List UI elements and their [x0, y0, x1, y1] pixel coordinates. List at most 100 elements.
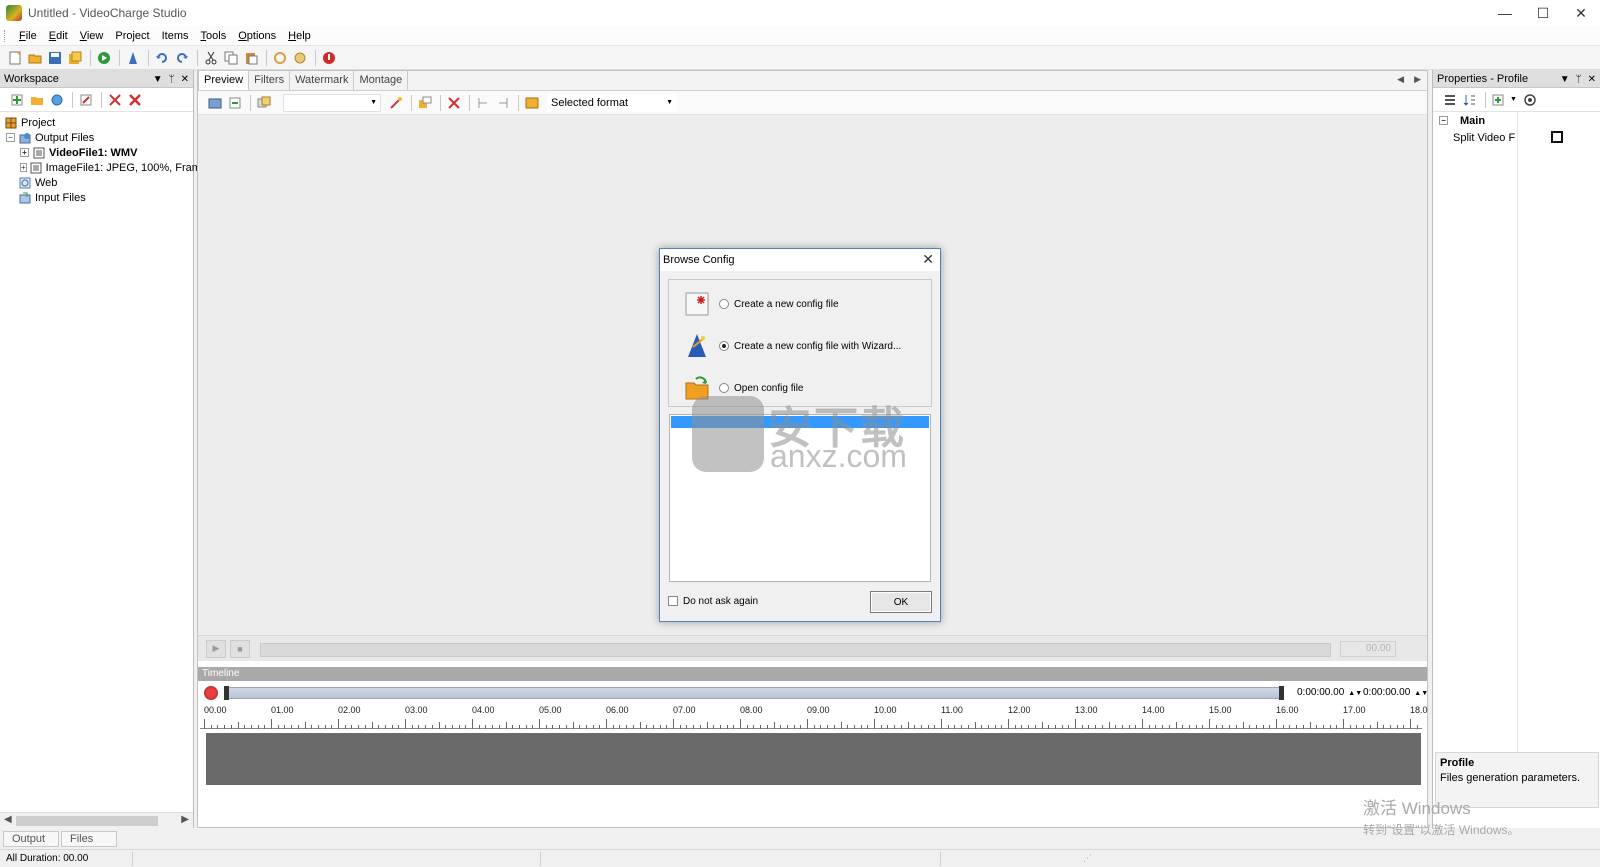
timeline-start-time[interactable]: 0:00:00.00 ▲▼ — [1297, 685, 1362, 701]
snapshot-icon[interactable] — [206, 94, 224, 112]
tree-node-image-file[interactable]: + ImageFile1: JPEG, 100%, Fram — [0, 160, 201, 175]
radio-open-config[interactable] — [719, 383, 729, 393]
radio-new-config[interactable] — [719, 299, 729, 309]
play-button[interactable]: ▶ — [206, 639, 226, 658]
format-combo[interactable]: Selected format ▼ — [547, 93, 677, 112]
tab-prev-icon[interactable]: ◀ — [1397, 74, 1404, 85]
add-web-icon[interactable] — [48, 91, 66, 109]
sort-alpha-icon[interactable] — [1461, 91, 1479, 109]
add-output-icon[interactable] — [8, 91, 26, 109]
tab-preview[interactable]: Preview — [198, 70, 250, 90]
add-property-icon[interactable] — [1490, 91, 1508, 109]
dropdown-arrow-icon[interactable]: ▼ — [1560, 74, 1570, 85]
new-project-icon[interactable] — [6, 49, 24, 67]
menu-grip[interactable] — [4, 29, 7, 42]
scroll-right-icon[interactable]: ▶ — [181, 814, 189, 825]
delete-icon[interactable] — [106, 91, 124, 109]
menu-tools[interactable]: Tools — [195, 26, 233, 46]
save-all-icon[interactable] — [66, 49, 84, 67]
remove-icon[interactable] — [445, 94, 463, 112]
scrollbar-thumb[interactable] — [16, 816, 158, 826]
option-open-config[interactable]: Open config file — [683, 372, 804, 404]
ok-button[interactable]: OK — [870, 591, 932, 613]
dropdown-arrow-icon[interactable]: ▼ — [153, 74, 163, 85]
tab-filters[interactable]: Filters — [249, 71, 291, 90]
timeline-end-time[interactable]: 0:00:00.00 ▲▼ — [1363, 685, 1428, 701]
layers-icon[interactable] — [255, 94, 273, 112]
tree-node-project[interactable]: Project — [0, 115, 193, 130]
expand-icon[interactable]: + — [20, 163, 27, 172]
settings-icon[interactable] — [291, 49, 309, 67]
property-row-split-video[interactable]: Split Video F — [1433, 129, 1600, 146]
seek-bar[interactable] — [260, 643, 1331, 657]
option-new-config[interactable]: Create a new config file — [683, 288, 839, 320]
menu-edit[interactable]: Edit — [43, 26, 74, 46]
menu-help[interactable]: Help — [282, 26, 317, 46]
tab-watermark[interactable]: Watermark — [290, 71, 355, 90]
menu-view[interactable]: View — [74, 26, 110, 46]
tree-node-output-files[interactable]: − Output Files — [0, 130, 193, 145]
categorized-icon[interactable] — [1441, 91, 1459, 109]
maximize-button[interactable]: ☐ — [1524, 0, 1562, 26]
copy-icon[interactable] — [222, 49, 240, 67]
expand-icon[interactable]: + — [20, 148, 29, 157]
wizard-icon[interactable] — [124, 49, 142, 67]
menu-options[interactable]: Options — [232, 26, 282, 46]
record-icon[interactable] — [204, 686, 218, 700]
property-section-main[interactable]: − Main — [1433, 112, 1600, 129]
magic-wand-icon[interactable] — [387, 94, 405, 112]
tab-next-icon[interactable]: ▶ — [1414, 74, 1421, 85]
tab-montage[interactable]: Montage — [354, 71, 409, 90]
property-checkbox[interactable] — [1551, 131, 1563, 143]
undo-icon[interactable] — [153, 49, 171, 67]
stop-button[interactable]: ■ — [230, 639, 250, 658]
chevron-down-icon[interactable]: ▼ — [1510, 96, 1517, 103]
radio-wizard-config[interactable] — [719, 341, 729, 351]
workspace-horizontal-scrollbar[interactable]: ◀ ▶ — [0, 812, 193, 828]
range-start-handle[interactable] — [224, 686, 229, 700]
save-icon[interactable] — [46, 49, 64, 67]
run-icon[interactable] — [95, 49, 113, 67]
menu-project[interactable]: Project — [109, 26, 155, 46]
menu-file[interactable]: File — [13, 26, 43, 46]
list-item-selected[interactable] — [671, 416, 929, 428]
close-button[interactable]: ✕ — [1562, 0, 1600, 26]
collapse-icon[interactable]: − — [1439, 116, 1448, 125]
pin-icon[interactable]: ᛘ — [169, 74, 175, 85]
mark-out-icon[interactable] — [494, 94, 512, 112]
reset-icon[interactable] — [1521, 91, 1539, 109]
menu-items[interactable]: Items — [156, 26, 195, 46]
range-end-handle[interactable] — [1279, 686, 1284, 700]
do-not-ask-checkbox[interactable] — [668, 596, 678, 606]
dialog-close-button[interactable]: ✕ — [922, 251, 934, 268]
resize-grip-icon[interactable]: ⋰ — [1083, 853, 1092, 864]
zoom-combo[interactable]: ▼ — [283, 93, 381, 112]
cut-icon[interactable] — [202, 49, 220, 67]
mark-in-icon[interactable] — [474, 94, 492, 112]
tab-files[interactable]: Files — [61, 831, 117, 847]
delete-all-icon[interactable] — [126, 91, 144, 109]
pin-icon[interactable]: ᛘ — [1576, 74, 1582, 85]
close-icon[interactable]: ✕ — [181, 74, 189, 85]
scroll-left-icon[interactable]: ◀ — [4, 814, 12, 825]
timeline-range-slider[interactable] — [224, 686, 1284, 700]
add-folder-icon[interactable] — [28, 91, 46, 109]
redo-icon[interactable] — [173, 49, 191, 67]
tree-node-input-files[interactable]: Input Files — [0, 190, 193, 205]
spinner-icon[interactable]: ▲▼ — [1414, 690, 1428, 697]
open-folder-icon[interactable] — [26, 49, 44, 67]
stop-icon[interactable] — [320, 49, 338, 67]
overlay-icon[interactable] — [416, 94, 434, 112]
spinner-icon[interactable]: ▲▼ — [1348, 690, 1362, 697]
config-file-list[interactable] — [669, 414, 931, 582]
option-wizard-config[interactable]: Create a new config file with Wizard... — [683, 330, 901, 362]
close-icon[interactable]: ✕ — [1588, 74, 1596, 85]
refresh-icon[interactable] — [271, 49, 289, 67]
timeline-ruler[interactable]: 00.00 01.00 02.00 03.00 04.00 05.00 06.00 07.00… — [200, 705, 1428, 729]
paste-icon[interactable] — [242, 49, 260, 67]
edit-icon[interactable] — [77, 91, 95, 109]
import-icon[interactable] — [226, 94, 244, 112]
output-folder-icon[interactable] — [523, 94, 541, 112]
minimize-button[interactable]: — — [1486, 0, 1524, 26]
tree-node-video-file[interactable]: + VideoFile1: WMV — [0, 145, 193, 160]
